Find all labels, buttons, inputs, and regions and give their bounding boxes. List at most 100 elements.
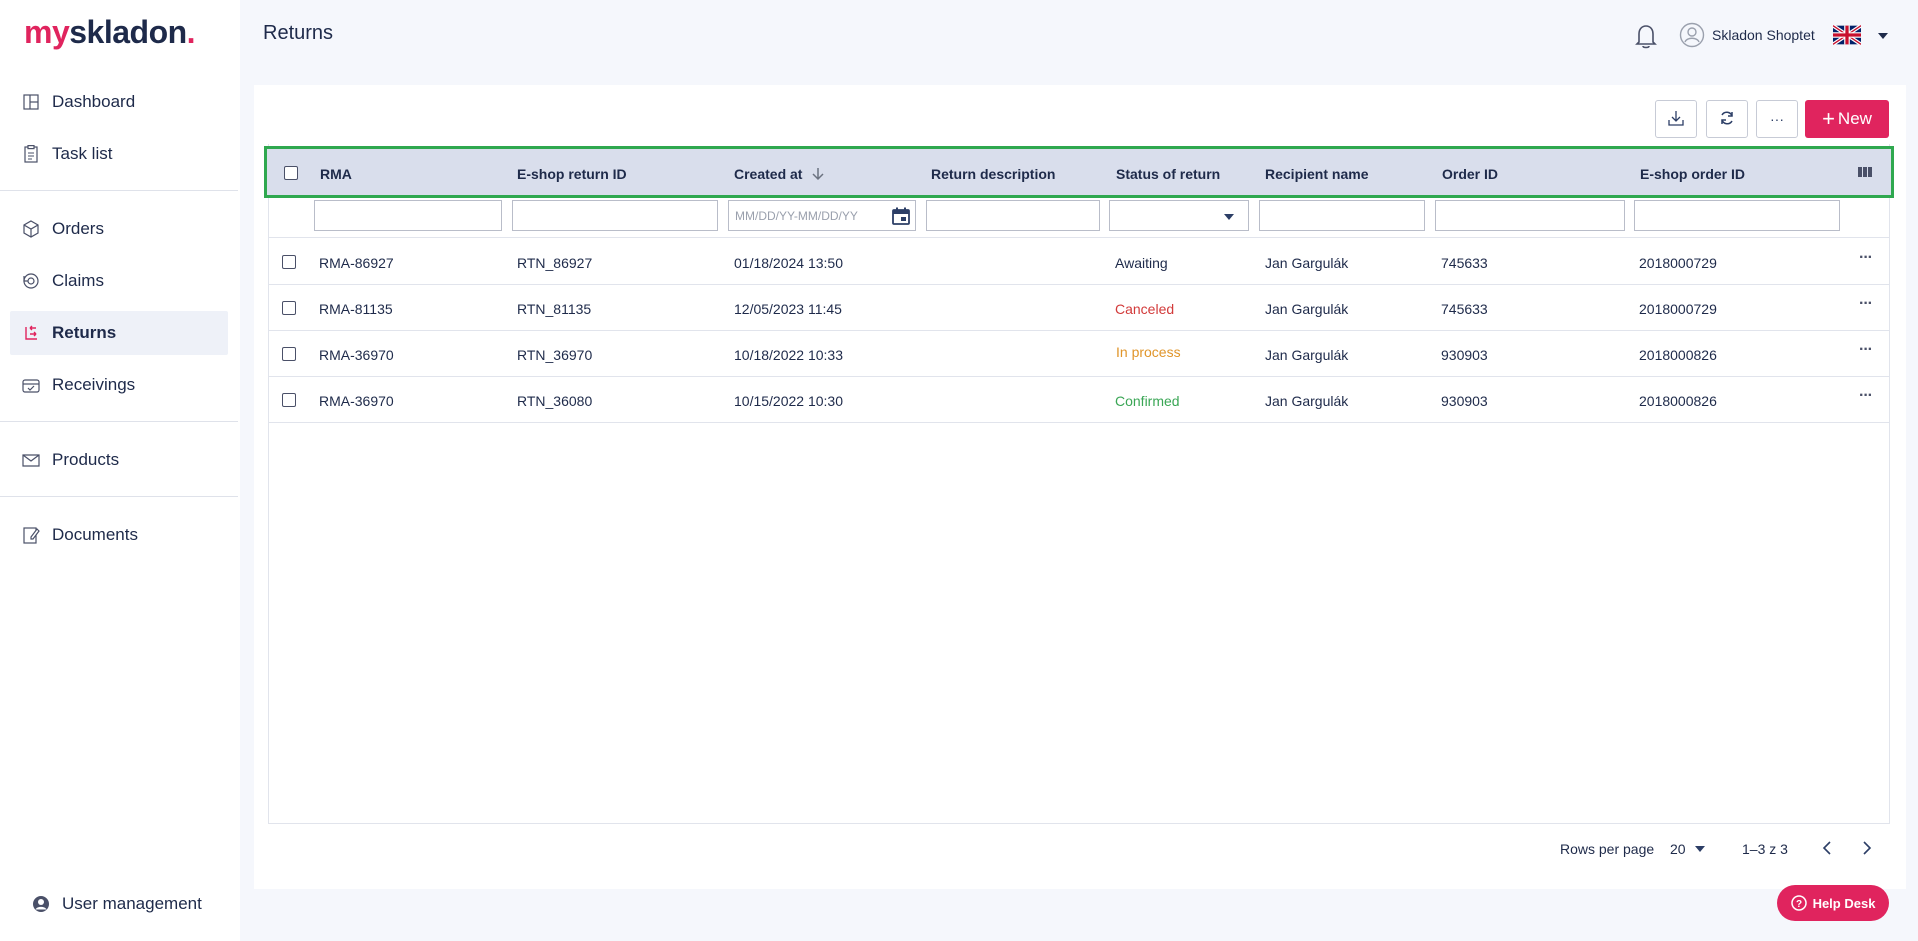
column-header-recipient-name[interactable]: Recipient name <box>1265 166 1368 182</box>
cell-order-id: 745633 <box>1441 255 1488 271</box>
table-row[interactable]: RMA-81135 RTN_81135 12/05/2023 11:45 Can… <box>268 285 1890 331</box>
cell-eshop-order-id: 2018000729 <box>1639 255 1717 271</box>
user-management-icon <box>32 895 50 913</box>
chevron-down-icon <box>1224 214 1234 220</box>
sidebar-item-products[interactable]: Products <box>10 438 228 482</box>
refresh-button[interactable] <box>1706 100 1748 138</box>
column-header-eshop-return-id[interactable]: E-shop return ID <box>517 166 627 182</box>
sidebar-item-dashboard[interactable]: Dashboard <box>10 80 228 124</box>
rows-per-page-select[interactable]: 20 <box>1670 841 1706 857</box>
column-header-rma[interactable]: RMA <box>320 166 352 182</box>
select-all-checkbox[interactable] <box>284 166 298 180</box>
sidebar-item-receivings[interactable]: Receivings <box>10 363 228 407</box>
filter-recipient-name-input[interactable] <box>1259 200 1425 231</box>
sidebar-item-label: Documents <box>52 525 138 544</box>
help-icon: ? <box>1790 895 1807 911</box>
table-row[interactable]: RMA-86927 RTN_86927 01/18/2024 13:50 Awa… <box>268 239 1890 285</box>
previous-page-button[interactable] <box>1820 839 1834 862</box>
cell-rma[interactable]: RMA-86927 <box>319 255 394 271</box>
cell-recipient: Jan Gargulák <box>1265 347 1349 363</box>
pagination-range: 1–3 z 3 <box>1742 841 1788 857</box>
document-edit-icon <box>22 526 40 544</box>
cell-rma[interactable]: RMA-36970 <box>319 347 394 363</box>
user-name[interactable]: Skladon Shoptet <box>1712 27 1815 43</box>
cell-order-id: 745633 <box>1441 301 1488 317</box>
cell-status: In process <box>1116 344 1181 360</box>
cell-rma[interactable]: RMA-36970 <box>319 393 394 409</box>
export-button[interactable] <box>1655 100 1697 138</box>
cell-rma[interactable]: RMA-81135 <box>319 301 393 317</box>
claims-icon <box>22 272 40 290</box>
row-checkbox[interactable] <box>282 255 296 269</box>
chevron-down-icon <box>1695 846 1706 852</box>
row-checkbox[interactable] <box>282 347 296 361</box>
uk-flag-icon[interactable] <box>1831 24 1863 46</box>
column-header-eshop-order-id[interactable]: E-shop order ID <box>1640 166 1745 182</box>
sort-descending-icon[interactable] <box>812 167 824 184</box>
more-actions-label: ··· <box>1770 111 1784 127</box>
sidebar: myskladon. Dashboard Task list Orders Cl… <box>0 0 240 941</box>
filter-return-description-input[interactable] <box>926 200 1100 231</box>
column-header-created-at[interactable]: Created at <box>734 166 824 184</box>
dashboard-icon <box>22 93 40 111</box>
filter-order-id-input[interactable] <box>1435 200 1625 231</box>
calendar-icon[interactable] <box>891 206 911 229</box>
filter-created-at-input[interactable]: MM/DD/YY-MM/DD/YY <box>728 200 916 231</box>
filter-eshop-order-id-input[interactable] <box>1634 200 1840 231</box>
cell-created-at: 12/05/2023 11:45 <box>734 301 842 317</box>
column-settings-icon[interactable] <box>1857 165 1873 184</box>
sidebar-nav: Dashboard Task list Orders Claims Return… <box>0 80 238 565</box>
cell-recipient: Jan Gargulák <box>1265 393 1349 409</box>
page-title: Returns <box>263 22 334 44</box>
help-desk-button[interactable]: ? Help Desk <box>1777 885 1889 921</box>
table-row[interactable]: RMA-36970 RTN_36080 10/15/2022 10:30 Con… <box>268 377 1890 423</box>
next-page-button[interactable] <box>1860 839 1874 862</box>
filter-rma-input[interactable] <box>314 200 502 231</box>
sidebar-item-label: Task list <box>52 144 113 163</box>
sidebar-item-task-list[interactable]: Task list <box>10 132 228 176</box>
column-header-return-description[interactable]: Return description <box>931 166 1055 182</box>
return-icon <box>22 324 40 342</box>
filter-eshop-return-id-input[interactable] <box>512 200 718 231</box>
clipboard-icon <box>22 145 40 163</box>
sidebar-item-orders[interactable]: Orders <box>10 207 228 251</box>
cell-status: Canceled <box>1115 301 1175 317</box>
sidebar-item-label: Dashboard <box>52 92 136 111</box>
row-actions-menu-icon[interactable]: ··· <box>1859 387 1873 405</box>
sidebar-item-claims[interactable]: Claims <box>10 259 228 303</box>
column-header-order-id[interactable]: Order ID <box>1442 166 1498 182</box>
logo-part-skladon: skladon <box>69 14 187 50</box>
logo-part-my: my <box>24 14 70 50</box>
row-actions-menu-icon[interactable]: ··· <box>1859 249 1873 267</box>
cell-eshop-return-id: RTN_36080 <box>517 393 593 409</box>
notification-bell-icon[interactable] <box>1633 22 1659 55</box>
inbox-icon <box>22 451 40 469</box>
column-header-status-of-return[interactable]: Status of return <box>1116 166 1220 182</box>
cell-created-at: 10/18/2022 10:33 <box>734 347 843 363</box>
cell-eshop-order-id: 2018000826 <box>1639 393 1717 409</box>
row-actions-menu-icon[interactable]: ··· <box>1859 295 1873 313</box>
brand-logo[interactable]: myskladon. <box>24 14 196 51</box>
cell-status: Confirmed <box>1115 393 1180 409</box>
sidebar-item-label: Claims <box>52 271 104 290</box>
cell-eshop-order-id: 2018000826 <box>1639 347 1717 363</box>
user-avatar-icon[interactable] <box>1679 22 1705 53</box>
new-return-button[interactable]: + New <box>1805 100 1889 138</box>
date-range-placeholder: MM/DD/YY-MM/DD/YY <box>735 209 858 223</box>
more-actions-button[interactable]: ··· <box>1756 100 1798 138</box>
table-row[interactable]: RMA-36970 RTN_36970 10/18/2022 10:33 In … <box>268 331 1890 377</box>
chevron-left-icon <box>1820 841 1834 861</box>
row-checkbox[interactable] <box>282 301 296 315</box>
sidebar-item-label: Returns <box>52 323 117 342</box>
column-label: Created at <box>734 166 803 182</box>
table-header-row: RMA E-shop return ID Created at Return d… <box>264 146 1894 198</box>
sidebar-item-returns[interactable]: Returns <box>10 311 228 355</box>
sidebar-item-documents[interactable]: Documents <box>10 513 228 557</box>
sidebar-item-user-management[interactable]: User management <box>20 882 202 926</box>
row-actions-menu-icon[interactable]: ··· <box>1859 341 1873 359</box>
row-checkbox[interactable] <box>282 393 296 407</box>
help-desk-label: Help Desk <box>1812 895 1876 911</box>
language-dropdown-caret-icon[interactable] <box>1878 33 1888 39</box>
filter-status-select[interactable] <box>1109 200 1249 231</box>
filter-row: MM/DD/YY-MM/DD/YY <box>268 198 1890 238</box>
